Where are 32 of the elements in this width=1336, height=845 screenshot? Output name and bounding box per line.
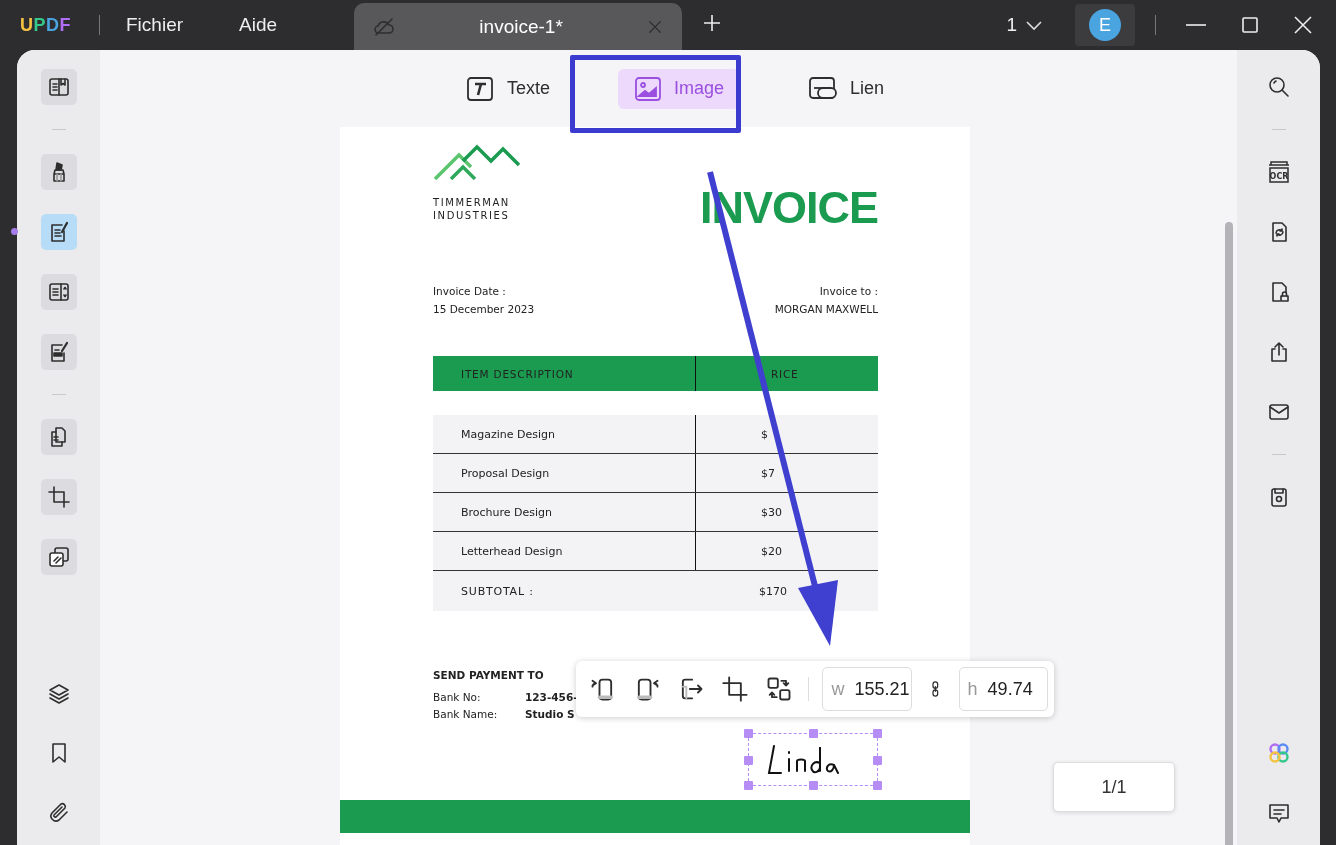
menu-item[interactable]: Fichier <box>126 14 184 36</box>
recipient-label: Invoice to : <box>818 284 878 299</box>
mode-tab[interactable]: Texte <box>448 68 566 109</box>
height-field[interactable]: h 49.74 <box>958 667 1049 711</box>
width-field[interactable]: w 155.21 <box>822 667 912 711</box>
invoice-date: 15 December 2023 <box>433 302 535 317</box>
table-cell: Letterhead Design <box>433 532 696 570</box>
payment-value: Studio S <box>525 707 575 722</box>
table-cell-text: $20 <box>760 543 783 560</box>
company-name: TIMMERMAN INDUSTRIES <box>433 196 511 222</box>
document-tab[interactable]: invoice-1* <box>354 3 683 50</box>
column-header: RICE <box>770 366 800 382</box>
app-logo: UPDF <box>20 14 71 36</box>
menu-item[interactable]: Aide <box>239 14 278 36</box>
table-cell: Magazine Design <box>433 415 696 453</box>
payment-label: Bank No: <box>433 690 482 705</box>
table-cell-text: $30 <box>760 504 783 521</box>
mode-tab[interactable]: Lien <box>792 68 901 109</box>
recipient-name: MORGAN MAXWELL <box>774 302 878 317</box>
payment-value: 123-456- <box>525 690 578 705</box>
payment-heading: SEND PAYMENT TO <box>433 669 545 681</box>
payment-label: Bank Name: <box>433 707 499 722</box>
table-cell: Brochure Design <box>433 493 696 531</box>
page-selector[interactable]: 1 <box>1000 13 1049 37</box>
subtotal-cell-text: $170 <box>758 583 788 600</box>
date-label: Invoice Date : <box>433 284 507 299</box>
column-header: ITEM DESCRIPTION <box>433 356 696 391</box>
subtotal-cell-text: SUBTOTAL : <box>460 583 535 600</box>
table-cell: Proposal Design <box>433 454 696 492</box>
table-cell-text: $ <box>760 426 769 443</box>
table-cell-text: $7 <box>760 465 776 482</box>
page-counter: 1/1 <box>1053 762 1175 812</box>
